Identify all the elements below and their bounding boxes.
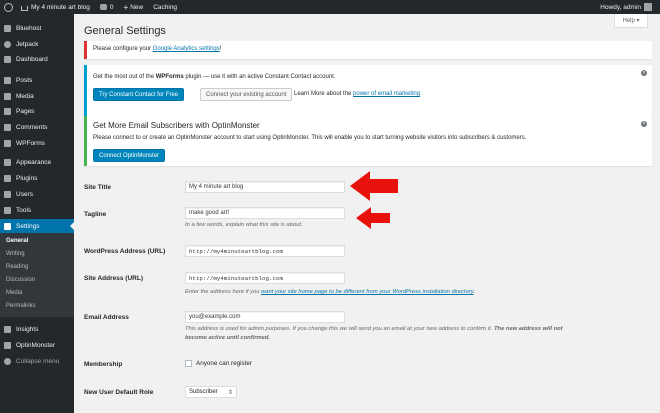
tagline-description: In a few words, explain what this site i…: [185, 222, 303, 228]
users-icon: [4, 190, 11, 198]
email-input[interactable]: you@example.com: [185, 311, 345, 323]
sidebar-item-media[interactable]: Media: [0, 89, 74, 103]
account-menu[interactable]: Howdy, admin: [595, 0, 660, 14]
comment-bubble-icon: [99, 4, 107, 10]
membership-label: Membership: [84, 361, 123, 368]
wpforms-notice: Get the most out of the WPForms plugin —…: [84, 65, 652, 119]
sidebar-item-plugins[interactable]: Plugins: [0, 171, 74, 185]
sidebar-item-appearance[interactable]: Appearance: [0, 155, 74, 169]
dismiss-icon[interactable]: ×: [641, 121, 647, 127]
email-marketing-link[interactable]: power of email marketing: [353, 91, 420, 97]
avatar: [644, 3, 652, 11]
settings-icon: [4, 222, 11, 230]
sidebar-item-bluehost[interactable]: Bluehost: [0, 21, 74, 35]
sidebar-item-jetpack[interactable]: Jetpack: [0, 37, 74, 51]
sidebar-item-tools[interactable]: Tools: [0, 203, 74, 217]
media-icon: [4, 92, 11, 100]
wrench-icon: [4, 206, 11, 214]
collapse-menu-button[interactable]: Collapse menu: [0, 354, 74, 368]
red-arrow-icon: [356, 207, 390, 229]
wp-address-input[interactable]: http://my4minuteartblog.com: [185, 245, 345, 257]
submenu-media[interactable]: Media: [6, 290, 22, 296]
optinmonster-notice: Get More Email Subscribers with OptinMon…: [84, 116, 652, 166]
wordpress-logo-icon[interactable]: [0, 0, 16, 14]
new-content-link[interactable]: + New: [119, 0, 149, 14]
submenu-writing[interactable]: Writing: [6, 251, 25, 257]
site-title-input[interactable]: My 4 minute art blog: [185, 181, 345, 193]
sidebar-item-settings[interactable]: Settings: [0, 219, 74, 233]
submenu-discussion[interactable]: Discussion: [6, 277, 35, 283]
page-title: General Settings: [84, 25, 166, 37]
admin-bar: My 4 minute art blog 0 + New Caching How…: [0, 0, 660, 14]
google-analytics-settings-link[interactable]: Google Analytics settings: [153, 46, 220, 52]
plus-icon: +: [123, 2, 129, 12]
caching-link[interactable]: Caching: [148, 0, 182, 14]
comments-icon: [4, 123, 11, 131]
site-name-link[interactable]: My 4 minute art blog: [16, 0, 95, 14]
site-address-description: Enter the address here if you want your …: [185, 289, 475, 295]
submenu-permalinks[interactable]: Permalinks: [6, 303, 36, 309]
dashboard-icon: [4, 55, 11, 63]
bluehost-icon: [4, 24, 11, 32]
optinmonster-notice-title: Get More Email Subscribers with OptinMon…: [93, 121, 260, 130]
site-address-label: Site Address (URL): [84, 275, 143, 282]
site-address-input[interactable]: http://my4minuteartblog.com: [185, 272, 345, 284]
jetpack-icon: [4, 40, 11, 48]
site-title-label: Site Title: [84, 184, 111, 191]
sidebar-item-comments[interactable]: Comments: [0, 120, 74, 134]
help-tab-button[interactable]: Help ▾: [614, 14, 648, 28]
plugin-icon: [4, 174, 11, 182]
sidebar-item-dashboard[interactable]: Dashboard: [0, 52, 74, 66]
default-role-label: New User Default Role: [84, 389, 154, 396]
email-description-line2: become active until confirmed.: [185, 335, 271, 341]
collapse-icon: [4, 357, 11, 365]
pages-icon: [4, 107, 11, 115]
submenu-reading[interactable]: Reading: [6, 264, 28, 270]
sidebar-item-posts[interactable]: Posts: [0, 73, 74, 87]
tagline-label: Tagline: [84, 211, 107, 218]
sidebar-item-wpforms[interactable]: WPForms: [0, 136, 74, 150]
optinmonster-icon: [4, 341, 11, 349]
sidebar-item-pages[interactable]: Pages: [0, 104, 74, 118]
insights-icon: [4, 325, 11, 333]
red-arrow-icon: [350, 171, 398, 201]
home-icon: [21, 5, 28, 11]
pin-icon: [4, 76, 11, 84]
wpforms-icon: [4, 139, 11, 147]
try-constant-contact-button[interactable]: Try Constant Contact for Free: [93, 88, 185, 101]
settings-submenu: General Writing Reading Discussion Media…: [0, 233, 74, 317]
sidebar-item-insights[interactable]: Insights: [0, 322, 74, 336]
connect-existing-account-button[interactable]: Connect your existing account: [200, 88, 293, 101]
sidebar-item-optinmonster[interactable]: OptinMonster: [0, 338, 74, 352]
different-home-page-link[interactable]: want your site home page to be different…: [261, 289, 473, 295]
chevron-updown-icon: ⇕: [227, 390, 233, 396]
wp-address-label: WordPress Address (URL): [84, 248, 166, 255]
email-description-line1: This address is used for admin purposes.…: [185, 326, 563, 332]
tagline-input[interactable]: make good art!: [185, 207, 345, 219]
analytics-notice: Please configure your Google Analytics s…: [84, 41, 652, 59]
submenu-general[interactable]: General: [6, 238, 28, 244]
default-role-select[interactable]: Subscriber ⇕: [185, 386, 237, 398]
main-content: Help ▾ General Settings Please configure…: [74, 14, 660, 413]
anyone-can-register-checkbox[interactable]: [185, 360, 192, 367]
comments-link[interactable]: 0: [95, 0, 119, 14]
anyone-can-register-label[interactable]: Anyone can register: [196, 360, 252, 367]
admin-sidebar: Bluehost Jetpack Dashboard Posts Media P…: [0, 14, 74, 413]
paintbrush-icon: [4, 158, 11, 166]
sidebar-item-users[interactable]: Users: [0, 187, 74, 201]
email-label: Email Address: [84, 314, 129, 321]
dismiss-icon[interactable]: ×: [641, 70, 647, 76]
connect-optinmonster-button[interactable]: Connect OptinMonster: [93, 149, 166, 162]
